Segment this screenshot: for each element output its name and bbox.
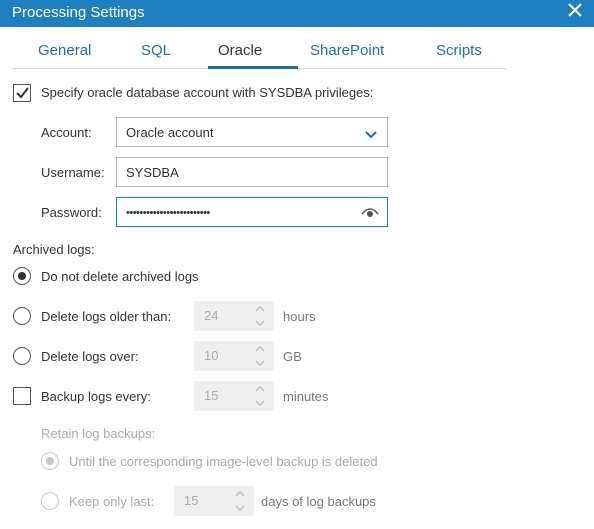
backup-logs-label: Backup logs every: — [41, 389, 151, 404]
eye-icon[interactable] — [361, 206, 379, 221]
stepper-arrows-icon — [254, 305, 266, 330]
chevron-down-icon — [365, 127, 377, 142]
sysdba-checkbox[interactable] — [13, 84, 31, 102]
tab-scripts[interactable]: Scripts — [436, 42, 482, 59]
password-value: ••••••••••••••••••••••••• — [126, 207, 210, 219]
keep-last-unit: days of log backups — [261, 494, 376, 509]
tab-oracle[interactable]: Oracle — [218, 42, 262, 59]
keep-last-stepper[interactable]: 15 — [174, 486, 254, 516]
backup-interval-unit: minutes — [283, 389, 329, 404]
backup-logs-checkbox[interactable] — [13, 387, 31, 405]
keep-only-last-label: Keep only last: — [69, 494, 155, 509]
username-value: SYSDBA — [126, 165, 179, 180]
delete-over-label: Delete logs over: — [41, 349, 139, 364]
older-than-unit: hours — [283, 309, 316, 324]
older-than-value: 24 — [204, 308, 219, 323]
radio-retain-until-deleted[interactable] — [41, 452, 59, 470]
archived-heading: Archived logs: — [13, 242, 95, 257]
username-input[interactable]: SYSDBA — [116, 157, 388, 187]
over-size-unit: GB — [283, 349, 302, 364]
stepper-arrows-icon — [254, 345, 266, 370]
over-size-stepper[interactable]: 10 — [194, 341, 274, 371]
radio-delete-older[interactable] — [13, 307, 31, 325]
radio-do-not-delete[interactable] — [13, 267, 31, 285]
stepper-arrows-icon — [254, 385, 266, 410]
delete-older-label: Delete logs older than: — [41, 309, 172, 324]
stepper-arrows-icon — [234, 490, 246, 515]
account-value: Oracle account — [126, 125, 214, 140]
backup-interval-value: 15 — [204, 388, 219, 403]
password-input[interactable]: ••••••••••••••••••••••••• — [116, 197, 388, 227]
password-label: Password: — [41, 205, 102, 220]
radio-delete-over[interactable] — [13, 347, 31, 365]
close-icon[interactable] — [568, 3, 582, 17]
account-label: Account: — [41, 125, 92, 140]
over-size-value: 10 — [204, 348, 219, 363]
account-select[interactable]: Oracle account — [116, 117, 388, 147]
tab-sql[interactable]: SQL — [141, 42, 171, 59]
retain-heading: Retain log backups: — [41, 426, 156, 441]
do-not-delete-label: Do not delete archived logs — [41, 269, 199, 284]
dialog-titlebar: Processing Settings — [0, 0, 594, 27]
tab-sharepoint[interactable]: SharePoint — [310, 42, 384, 59]
active-tab-indicator — [208, 66, 298, 69]
tab-bar: General SQL Oracle SharePoint Scripts — [12, 36, 506, 69]
keep-last-value: 15 — [184, 493, 199, 508]
backup-interval-stepper[interactable]: 15 — [194, 381, 274, 411]
dialog-title: Processing Settings — [12, 4, 145, 21]
retain-until-deleted-label: Until the corresponding image-level back… — [69, 454, 378, 469]
username-label: Username: — [41, 165, 105, 180]
sysdba-label: Specify oracle database account with SYS… — [41, 85, 374, 100]
tab-general[interactable]: General — [38, 42, 91, 59]
radio-keep-only-last[interactable] — [41, 492, 59, 510]
older-than-stepper[interactable]: 24 — [194, 301, 274, 331]
